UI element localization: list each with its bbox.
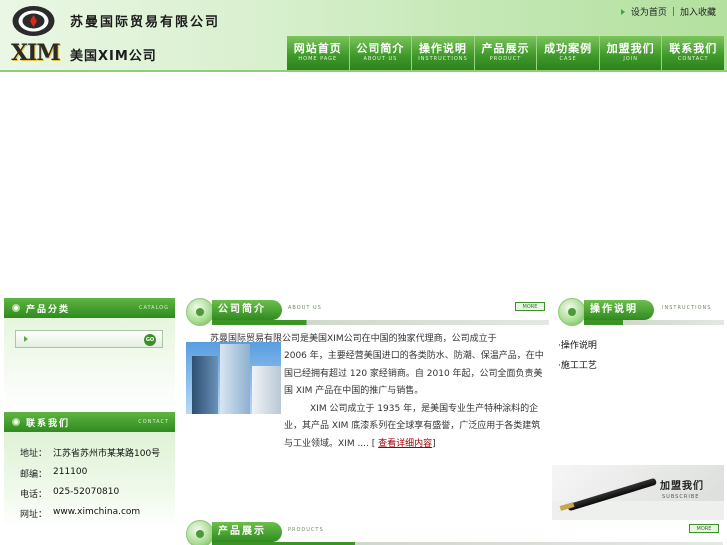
catalog-select[interactable]: GO (15, 330, 163, 348)
company-subtitle: 美国XIM公司 (70, 49, 157, 64)
catalog-panel: GO (4, 318, 175, 410)
bookmark-link[interactable]: 加入收藏 (680, 8, 716, 18)
xim-logo: XIM (11, 40, 61, 66)
go-button[interactable]: GO (144, 334, 156, 346)
about-paragraph-1: 2006 年，主要经营美国进口的各类防水、防潮、保温产品，在中国已经拥有超过 1… (284, 351, 544, 396)
about-lead-text: 苏曼国际贸易有限公司是美国XIM公司在中国的独家代理商，公司成立于 (210, 334, 497, 344)
nav-product[interactable]: 产品展示 PRODUCT (473, 36, 537, 71)
contact-value: 江苏省苏州市某某路100号 (53, 449, 161, 459)
nav-label: 公司简介 (356, 42, 405, 55)
nav-label-en: PRODUCT (489, 56, 522, 62)
catalog-title-en: CATALOG (138, 305, 169, 311)
nav-label-en: CONTACT (677, 56, 709, 62)
join-banner[interactable]: 加盟我们 SUBSCRIBE (552, 465, 724, 520)
contact-header: 联系我们 CONTACT (4, 412, 175, 432)
nav-contact[interactable]: 联系我们 CONTACT (661, 36, 724, 71)
nav-case[interactable]: 成功案例 CASE (536, 36, 599, 71)
join-banner-title: 加盟我们 (660, 481, 704, 492)
about-title-en: ABOUT US (288, 305, 322, 311)
building-image (186, 342, 281, 414)
instructions-link[interactable]: ·操作说明 (558, 338, 597, 358)
section-orb-icon (186, 520, 214, 545)
contact-row: 邮编： 211100 (4, 467, 175, 485)
divider (584, 320, 724, 325)
set-home-link[interactable]: 设为首页 (631, 8, 667, 18)
header: XIM 苏曼国际贸易有限公司 美国XIM公司 设为首页 | 加入收藏 网站首页 HOM… (0, 0, 727, 72)
contact-row: 电话： 025-52070810 (4, 487, 175, 505)
contact-row: 地址： 江苏省苏州市某某路100号 (4, 446, 175, 464)
about-paragraph-2: XIM 公司成立于 1935 年，是美国专业生产特种涂料的企业，其产品 XIM … (284, 403, 541, 449)
instructions-header: 操作说明 INSTRUCTIONS (554, 298, 724, 328)
products-more-button[interactable]: MORE (689, 524, 719, 533)
section-orb-icon (186, 298, 214, 326)
about-title: 公司简介 (212, 300, 282, 320)
company-name: 苏曼国际贸易有限公司 (70, 15, 221, 30)
nav-label-en: JOIN (623, 56, 638, 62)
nav-label-en: INSTRUCTIONS (418, 56, 468, 62)
products-header: 产品展示 PRODUCTS MORE (182, 520, 723, 545)
nav-label: 加盟我们 (606, 42, 655, 55)
contact-key: 地址： (20, 449, 48, 459)
main-nav: 网站首页 HOME PAGE 公司简介 ABOUT US 操作说明 INSTRUCTI… (287, 36, 724, 71)
divider (212, 320, 549, 325)
contact-key: 网址： (20, 510, 48, 520)
about-header: 公司简介 ABOUT US MORE (182, 298, 549, 328)
contact-panel: 地址： 江苏省苏州市某某路100号 邮编： 211100 电话： 025-520708… (4, 432, 175, 526)
contact-key: 电话： (20, 490, 48, 500)
nav-label: 操作说明 (418, 42, 467, 55)
nav-label-en: CASE (559, 56, 577, 62)
top-links: 设为首页 | 加入收藏 (620, 5, 716, 18)
about-body: 2006 年，主要经营美国进口的各类防水、防潮、保温产品，在中国已经拥有超过 1… (284, 348, 546, 453)
arrow-icon (24, 336, 28, 342)
products-title-en: PRODUCTS (288, 527, 324, 533)
contact-title: 联系我们 (26, 419, 71, 429)
instructions-link[interactable]: ·施工工艺 (558, 358, 597, 378)
arrow-icon (620, 8, 625, 15)
instructions-title-en: INSTRUCTIONS (662, 305, 712, 311)
contact-value: 211100 (53, 467, 88, 477)
instructions-title: 操作说明 (584, 300, 654, 320)
about-more-button[interactable]: MORE (515, 302, 545, 311)
contact-key: 邮编： (20, 470, 48, 480)
company-emblem-icon (12, 6, 55, 36)
banner-area (0, 72, 727, 296)
section-orb-icon (558, 298, 586, 326)
instructions-list: ·操作说明 ·施工工艺 (558, 338, 597, 378)
nav-instructions[interactable]: 操作说明 INSTRUCTIONS (411, 36, 474, 71)
nav-label: 联系我们 (669, 42, 718, 55)
nav-label-en: HOME PAGE (298, 56, 338, 62)
nav-label: 产品展示 (481, 42, 530, 55)
contact-title-en: CONTACT (138, 419, 169, 425)
nav-label: 成功案例 (544, 42, 593, 55)
nav-home[interactable]: 网站首页 HOME PAGE (287, 36, 349, 71)
contact-row: 网址： www.ximchina.com (4, 507, 175, 525)
bullet-icon (12, 418, 20, 426)
separator: | (671, 6, 675, 17)
nav-label-en: ABOUT US (363, 56, 398, 62)
catalog-header: 产品分类 CATALOG (4, 298, 175, 318)
about-detail-link[interactable]: 查看详细内容 (378, 439, 432, 449)
nav-label: 网站首页 (293, 42, 342, 55)
join-banner-subtitle: SUBSCRIBE (662, 494, 700, 500)
nav-join[interactable]: 加盟我们 JOIN (598, 36, 662, 71)
bullet-icon (12, 304, 20, 312)
nav-about[interactable]: 公司简介 ABOUT US (348, 36, 412, 71)
products-title: 产品展示 (212, 522, 282, 542)
website-link[interactable]: www.ximchina.com (53, 507, 140, 517)
catalog-title: 产品分类 (26, 305, 71, 315)
contact-value: 025-52070810 (53, 487, 120, 497)
